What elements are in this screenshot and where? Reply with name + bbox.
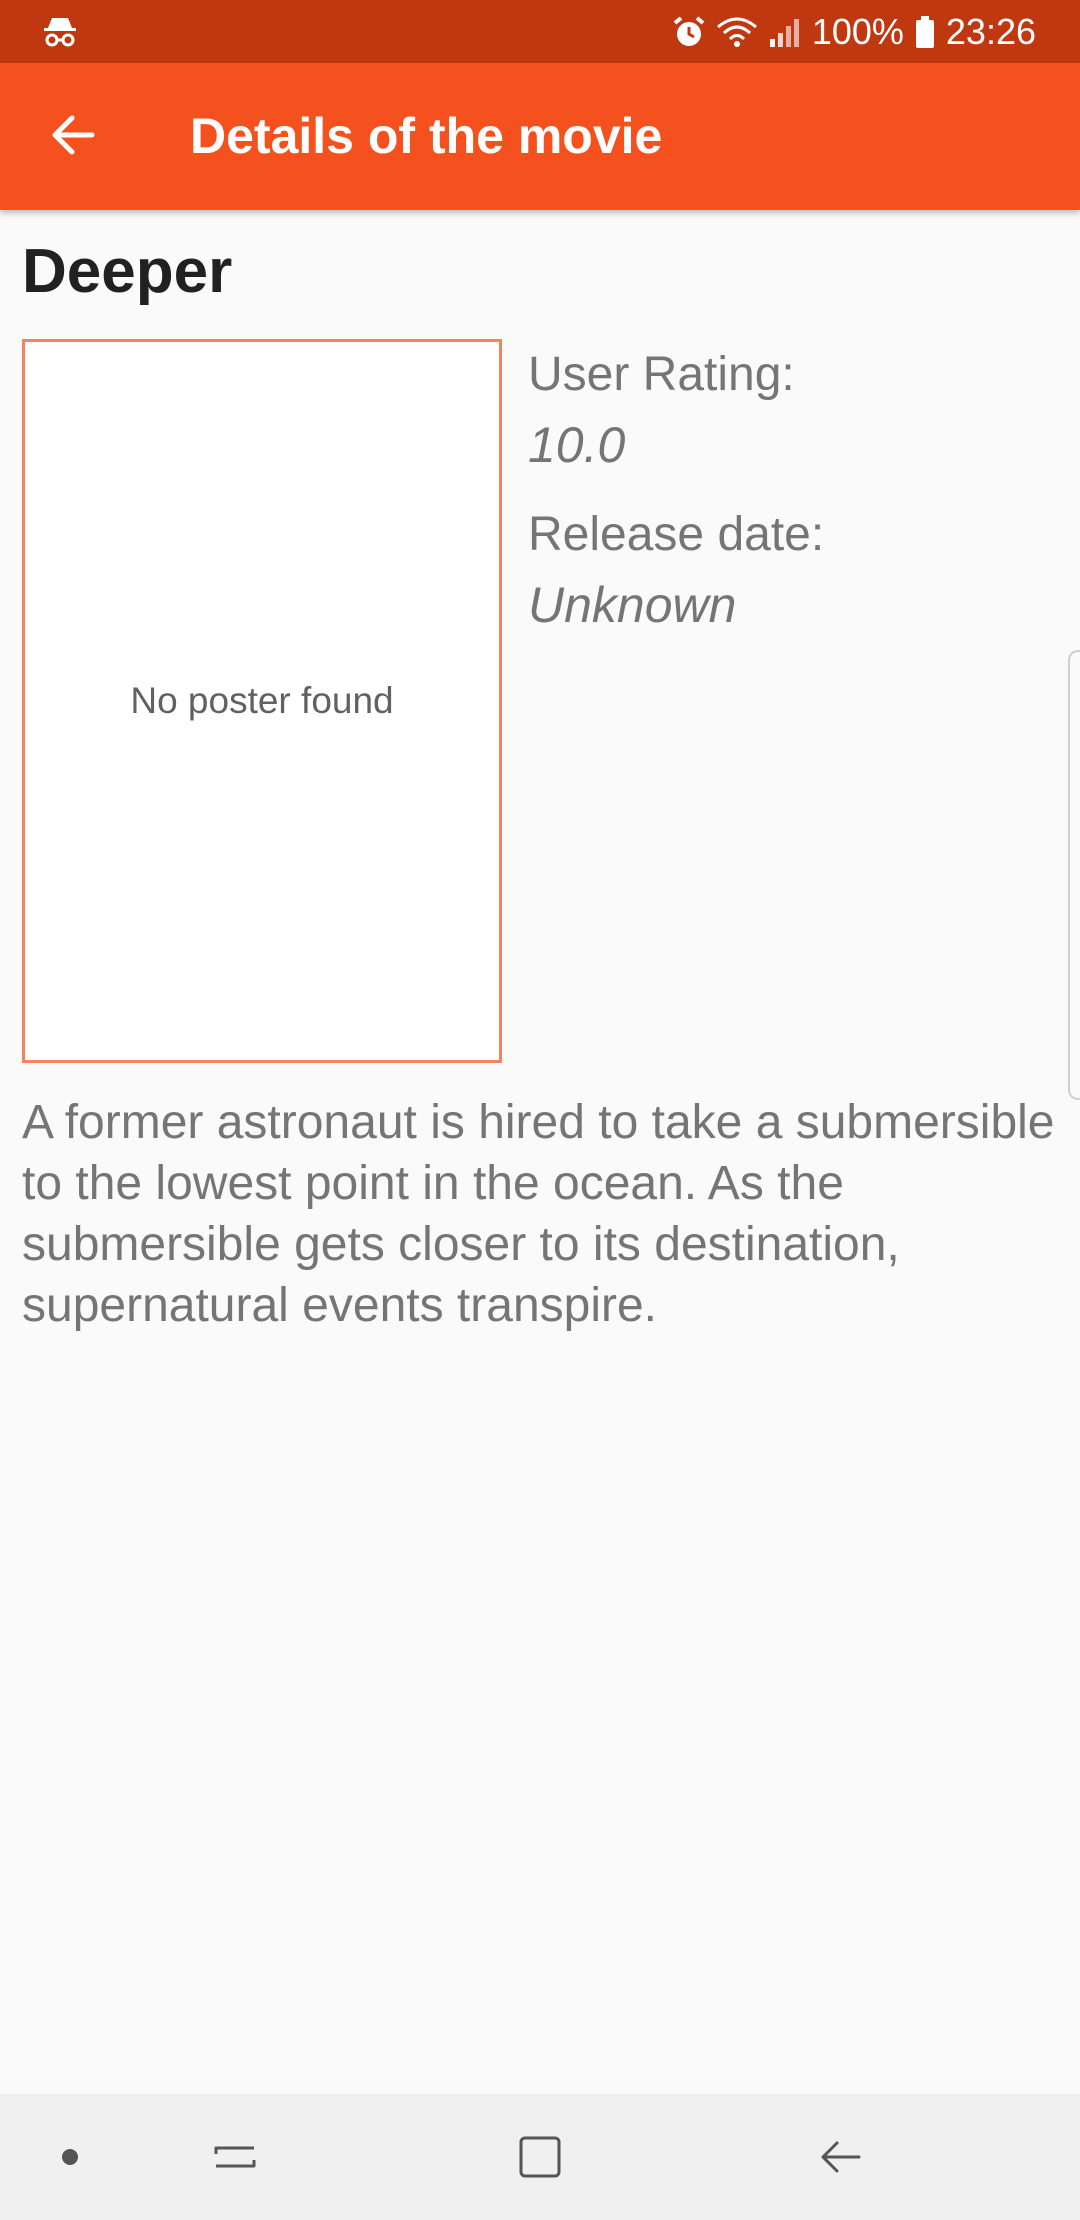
back-icon[interactable] bbox=[790, 2094, 890, 2220]
home-icon[interactable] bbox=[490, 2094, 590, 2220]
poster-placeholder: No poster found bbox=[22, 339, 502, 1063]
release-date-label: Release date: bbox=[528, 508, 825, 561]
app-bar: Details of the movie bbox=[0, 63, 1080, 210]
arrow-back-icon[interactable] bbox=[44, 105, 104, 165]
wifi-icon bbox=[716, 17, 757, 47]
battery-percent: 100% bbox=[811, 10, 904, 52]
dot-icon[interactable] bbox=[30, 2094, 110, 2220]
navigation-bar bbox=[0, 2094, 1080, 2220]
status-bar: 100% 23:26 bbox=[0, 0, 1080, 63]
page-title: Details of the movie bbox=[190, 108, 663, 164]
edge-panel-handle[interactable] bbox=[1068, 650, 1080, 1100]
movie-info: User Rating: 10.0 Release date: Unknown bbox=[528, 340, 1048, 660]
movie-overview: A former astronaut is hired to take a su… bbox=[22, 1096, 1055, 1332]
battery-icon bbox=[915, 15, 934, 48]
poster-placeholder-text: No poster found bbox=[130, 680, 394, 721]
signal-icon bbox=[769, 18, 799, 47]
incognito-icon bbox=[44, 18, 76, 47]
recents-icon[interactable] bbox=[190, 2094, 280, 2220]
rating-value: 10.0 bbox=[528, 417, 626, 473]
release-date-value: Unknown bbox=[528, 577, 737, 633]
clock: 23:26 bbox=[945, 10, 1036, 52]
alarm-icon bbox=[673, 15, 705, 46]
movie-title: Deeper bbox=[22, 237, 233, 306]
rating-label: User Rating: bbox=[528, 348, 795, 401]
